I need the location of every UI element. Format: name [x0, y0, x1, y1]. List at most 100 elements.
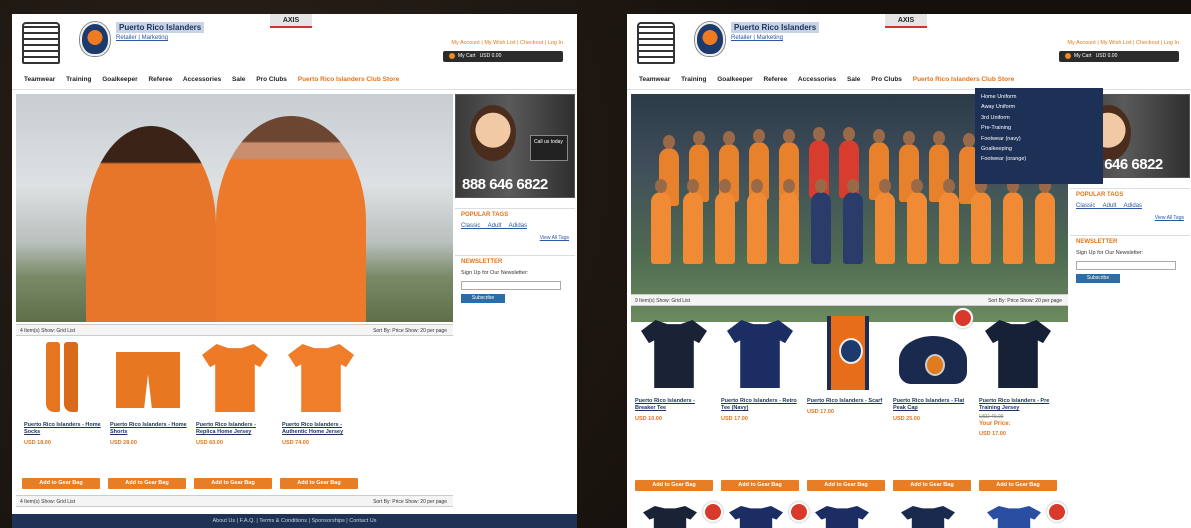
cart-bar[interactable]: My Cart USD 0.00 — [1059, 51, 1179, 62]
add-to-bag-button[interactable]: Add to Gear Bag — [194, 478, 272, 489]
dropdown-item[interactable]: Goalkeeping — [981, 144, 1097, 154]
product-image[interactable] — [24, 338, 104, 416]
item-count[interactable]: 9 Item(s) Show: Grid List — [635, 298, 690, 304]
dropdown-item[interactable]: Pre-Training — [981, 123, 1097, 133]
account-links[interactable]: My Account | My Wish List | Checkout | L… — [451, 40, 563, 46]
dropdown-item[interactable]: Footwear (navy) — [981, 134, 1097, 144]
nav-item-sale[interactable]: Sale — [847, 76, 860, 83]
site-title[interactable]: Puerto Rico Islanders — [116, 22, 205, 33]
product-image[interactable] — [987, 506, 1041, 528]
view-all-tags-link[interactable]: View All Tags — [1070, 211, 1190, 225]
product-image[interactable] — [721, 314, 801, 392]
item-count[interactable]: 4 Item(s) Show: Grid List — [20, 328, 75, 334]
nav-item-training[interactable]: Training — [66, 76, 91, 83]
support-banner[interactable]: Call us today 888 646 6822 — [455, 94, 575, 198]
product-card[interactable]: Puerto Rico Islanders - Replica Home Jer… — [196, 338, 276, 446]
product-image[interactable] — [110, 338, 190, 416]
support-agent-photo — [470, 105, 516, 161]
product-name[interactable]: Puerto Rico Islanders - Scarf — [807, 398, 887, 405]
add-to-bag-button[interactable]: Add to Gear Bag — [635, 480, 713, 491]
nav-item-referee[interactable]: Referee — [148, 76, 172, 83]
product-name[interactable]: Puerto Rico Islanders - Home Shorts — [110, 422, 190, 436]
nav-item-pro-clubs[interactable]: Pro Clubs — [256, 76, 287, 83]
header-links[interactable]: Retailer | Marketing — [731, 35, 783, 41]
footer-links[interactable]: About Us | F.A.Q. | Terms & Conditions |… — [12, 514, 577, 528]
product-name[interactable]: Puerto Rico Islanders - Pre Training Jer… — [979, 398, 1059, 412]
product-name[interactable]: Puerto Rico Islanders - Authentic Home J… — [282, 422, 362, 436]
tag-list[interactable]: Classic Adult Adidas — [455, 221, 575, 231]
nav-item-teamwear[interactable]: Teamwear — [639, 76, 670, 83]
item-count[interactable]: 4 Item(s) Show: Grid List — [20, 499, 75, 505]
nav-item-pro-clubs[interactable]: Pro Clubs — [871, 76, 902, 83]
nav-item-club-store[interactable]: Puerto Rico Islanders Club Store — [298, 76, 400, 83]
dropdown-item[interactable]: 3rd Uniform — [981, 113, 1097, 123]
product-price: USD 28.00 — [110, 440, 137, 446]
product-image[interactable] — [643, 506, 697, 528]
newsletter-email-input[interactable] — [1076, 261, 1176, 270]
nav-item-goalkeeper[interactable]: Goalkeeper — [717, 76, 752, 83]
add-to-bag-button[interactable]: Add to Gear Bag — [979, 480, 1057, 491]
sort-controls[interactable]: Sort By: Price Show: 20 per page — [373, 496, 447, 508]
dropdown-item[interactable]: Footwear (orange) — [981, 154, 1097, 164]
sort-controls[interactable]: Sort By: Price Show: 20 per page — [373, 325, 447, 337]
product-card[interactable]: Puerto Rico Islanders - Authentic Home J… — [282, 338, 362, 446]
add-to-bag-button[interactable]: Add to Gear Bag — [108, 478, 186, 489]
product-card[interactable]: Puerto Rico Islanders - Scarf USD 17.00 — [807, 314, 887, 415]
product-image[interactable] — [635, 314, 715, 392]
account-links[interactable]: My Account | My Wish List | Checkout | L… — [1067, 40, 1179, 46]
socks-image — [64, 342, 78, 412]
subscribe-button[interactable]: Subscribe — [461, 294, 505, 303]
sort-controls[interactable]: Sort By: Price Show: 20 per page — [988, 295, 1062, 307]
nav-item-teamwear[interactable]: Teamwear — [24, 76, 55, 83]
site-title[interactable]: Puerto Rico Islanders — [731, 22, 820, 33]
player-figure — [843, 179, 863, 264]
club-crest-icon[interactable] — [695, 22, 725, 56]
nav-item-goalkeeper[interactable]: Goalkeeper — [102, 76, 137, 83]
view-all-tags-link[interactable]: View All Tags — [455, 231, 575, 245]
add-to-bag-button[interactable]: Add to Gear Bag — [807, 480, 885, 491]
add-to-bag-button[interactable]: Add to Gear Bag — [22, 478, 100, 489]
product-card[interactable]: Puerto Rico Islanders - Home Socks USD 1… — [24, 338, 104, 446]
club-crest-icon[interactable] — [80, 22, 110, 56]
product-image[interactable] — [729, 506, 783, 528]
newsletter-email-input[interactable] — [461, 281, 561, 290]
brand-logo[interactable]: AXIS — [270, 14, 312, 28]
product-name[interactable]: Puerto Rico Islanders - Replica Home Jer… — [196, 422, 276, 436]
tee-image — [641, 320, 707, 388]
nav-item-accessories[interactable]: Accessories — [798, 76, 836, 83]
product-image[interactable] — [807, 314, 887, 392]
nav-item-referee[interactable]: Referee — [763, 76, 787, 83]
subscribe-button[interactable]: Subscribe — [1076, 274, 1120, 283]
dropdown-item[interactable]: Away Uniform — [981, 102, 1097, 112]
dropdown-item[interactable]: Home Uniform — [981, 92, 1097, 102]
product-image[interactable] — [282, 338, 362, 416]
product-image[interactable] — [901, 506, 955, 528]
product-card[interactable]: Puerto Rico Islanders - Breaker Tee USD … — [635, 314, 715, 422]
product-name[interactable]: Puerto Rico Islanders - Home Socks — [24, 422, 104, 436]
tag-list[interactable]: Classic Adult Adidas — [1070, 201, 1190, 211]
product-name[interactable]: Puerto Rico Islanders - Retro Tee (Navy) — [721, 398, 801, 412]
nav-item-training[interactable]: Training — [681, 76, 706, 83]
header-links[interactable]: Retailer | Marketing — [116, 35, 168, 41]
nav-item-sale[interactable]: Sale — [232, 76, 245, 83]
product-card[interactable]: Puerto Rico Islanders - Retro Tee (Navy)… — [721, 314, 801, 422]
product-name[interactable]: Puerto Rico Islanders - Breaker Tee — [635, 398, 715, 412]
brand-logo[interactable]: AXIS — [885, 14, 927, 28]
product-card[interactable]: Puerto Rico Islanders - Pre Training Jer… — [979, 314, 1059, 437]
hero-banner[interactable] — [16, 94, 453, 322]
nav-item-accessories[interactable]: Accessories — [183, 76, 221, 83]
add-to-bag-button[interactable]: Add to Gear Bag — [280, 478, 358, 489]
product-card[interactable]: Puerto Rico Islanders - Home Shorts USD … — [110, 338, 190, 446]
product-name[interactable]: Puerto Rico Islanders - Flat Peak Cap — [893, 398, 973, 412]
add-to-bag-button[interactable]: Add to Gear Bag — [893, 480, 971, 491]
nav-item-club-store[interactable]: Puerto Rico Islanders Club Store — [913, 76, 1015, 83]
product-image[interactable] — [196, 338, 276, 416]
product-image[interactable] — [979, 314, 1059, 392]
product-image[interactable] — [815, 506, 869, 528]
product-image[interactable] — [893, 308, 973, 392]
product-card[interactable]: Puerto Rico Islanders - Flat Peak Cap US… — [893, 308, 973, 422]
add-to-bag-button[interactable]: Add to Gear Bag — [721, 480, 799, 491]
store-logo[interactable] — [22, 22, 60, 64]
cart-bar[interactable]: My Cart USD 0.00 — [443, 51, 563, 62]
store-logo[interactable] — [637, 22, 675, 64]
